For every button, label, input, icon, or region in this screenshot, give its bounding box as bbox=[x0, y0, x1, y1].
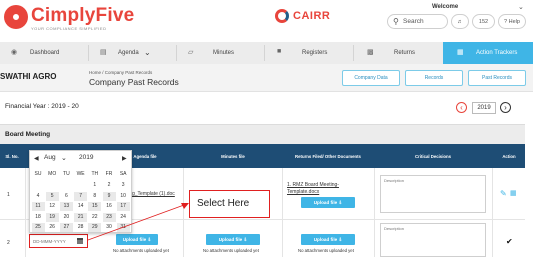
select-here-callout: Select Here bbox=[189, 190, 270, 218]
callout-text: Select Here bbox=[197, 198, 250, 209]
pointer-arrow bbox=[87, 203, 189, 241]
